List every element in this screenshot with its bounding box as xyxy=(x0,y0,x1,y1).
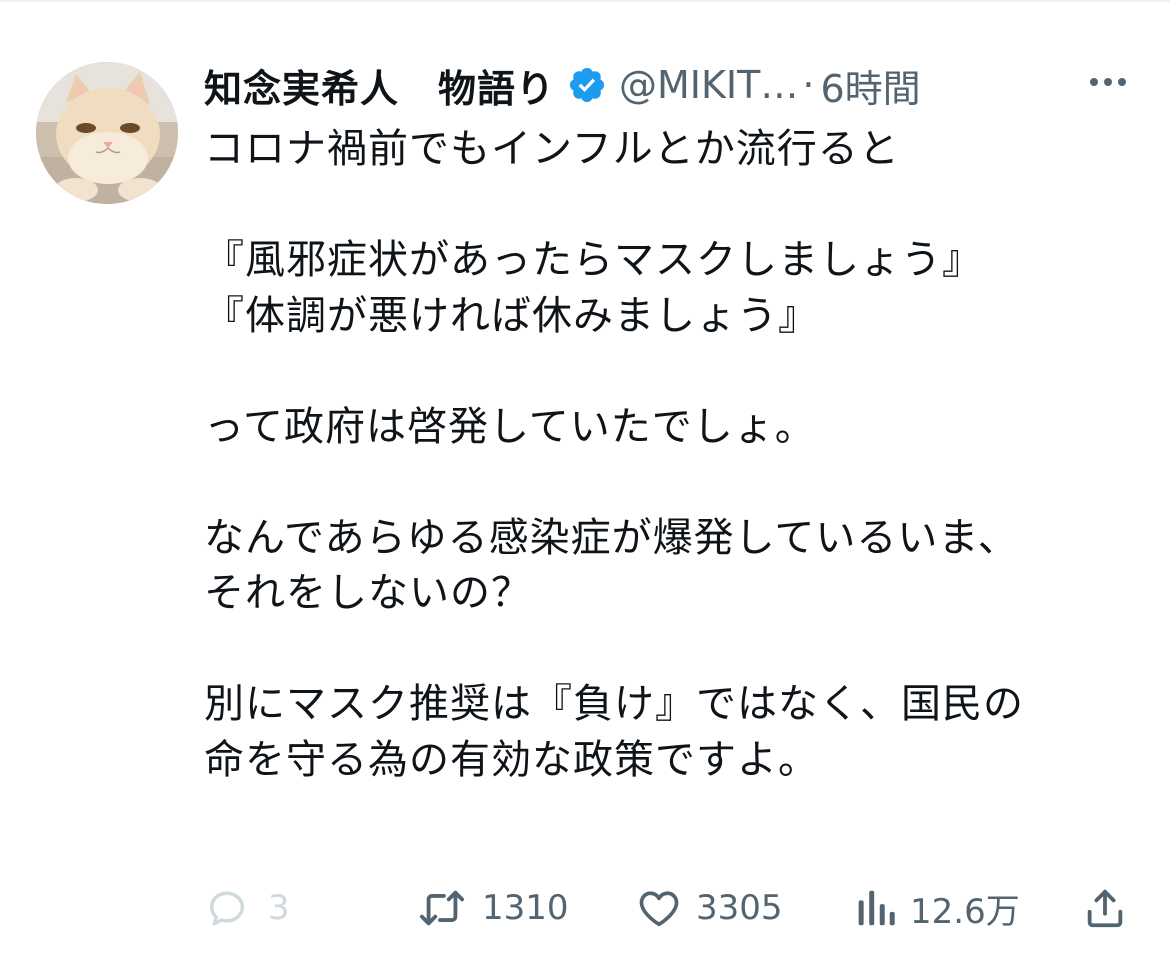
heart-icon xyxy=(639,891,679,927)
views-count: 12.6万 xyxy=(910,891,1020,932)
verified-badge-icon xyxy=(567,65,607,105)
tweet-text: コロナ禍前でもインフルとか流行ると 『風邪症状があったらマスクしましょう』 『体… xyxy=(204,126,1024,783)
retweet-button[interactable]: 1310 xyxy=(416,878,569,938)
reply-button[interactable]: 3 xyxy=(204,878,290,938)
like-count: 3305 xyxy=(696,888,783,928)
share-button[interactable] xyxy=(1082,878,1128,938)
views-icon xyxy=(858,890,895,926)
tweet-header: 知念実希人 物語り @MIKIT… · 6時間 xyxy=(204,58,921,113)
avatar[interactable] xyxy=(36,62,178,204)
views-button[interactable]: 12.6万 xyxy=(852,878,1020,938)
more-icon[interactable] xyxy=(1086,70,1130,94)
retweet-count: 1310 xyxy=(482,888,569,928)
reply-count: 3 xyxy=(268,888,290,928)
tweet[interactable]: 知念実希人 物語り @MIKIT… · 6時間 コロナ禍前でもインフルとか流行る… xyxy=(0,0,1170,980)
tweet-actions: 3 1310 3305 12.6万 xyxy=(0,878,1170,938)
display-name[interactable]: 知念実希人 物語り xyxy=(204,58,555,113)
retweet-icon xyxy=(419,890,465,926)
like-button[interactable]: 3305 xyxy=(636,878,783,938)
avatar-cat-image xyxy=(36,62,178,204)
reply-icon xyxy=(209,891,245,926)
user-handle[interactable]: @MIKIT… xyxy=(619,63,798,107)
separator-dot: · xyxy=(802,63,815,107)
timestamp[interactable]: 6時間 xyxy=(820,58,920,113)
share-icon xyxy=(1087,889,1123,928)
